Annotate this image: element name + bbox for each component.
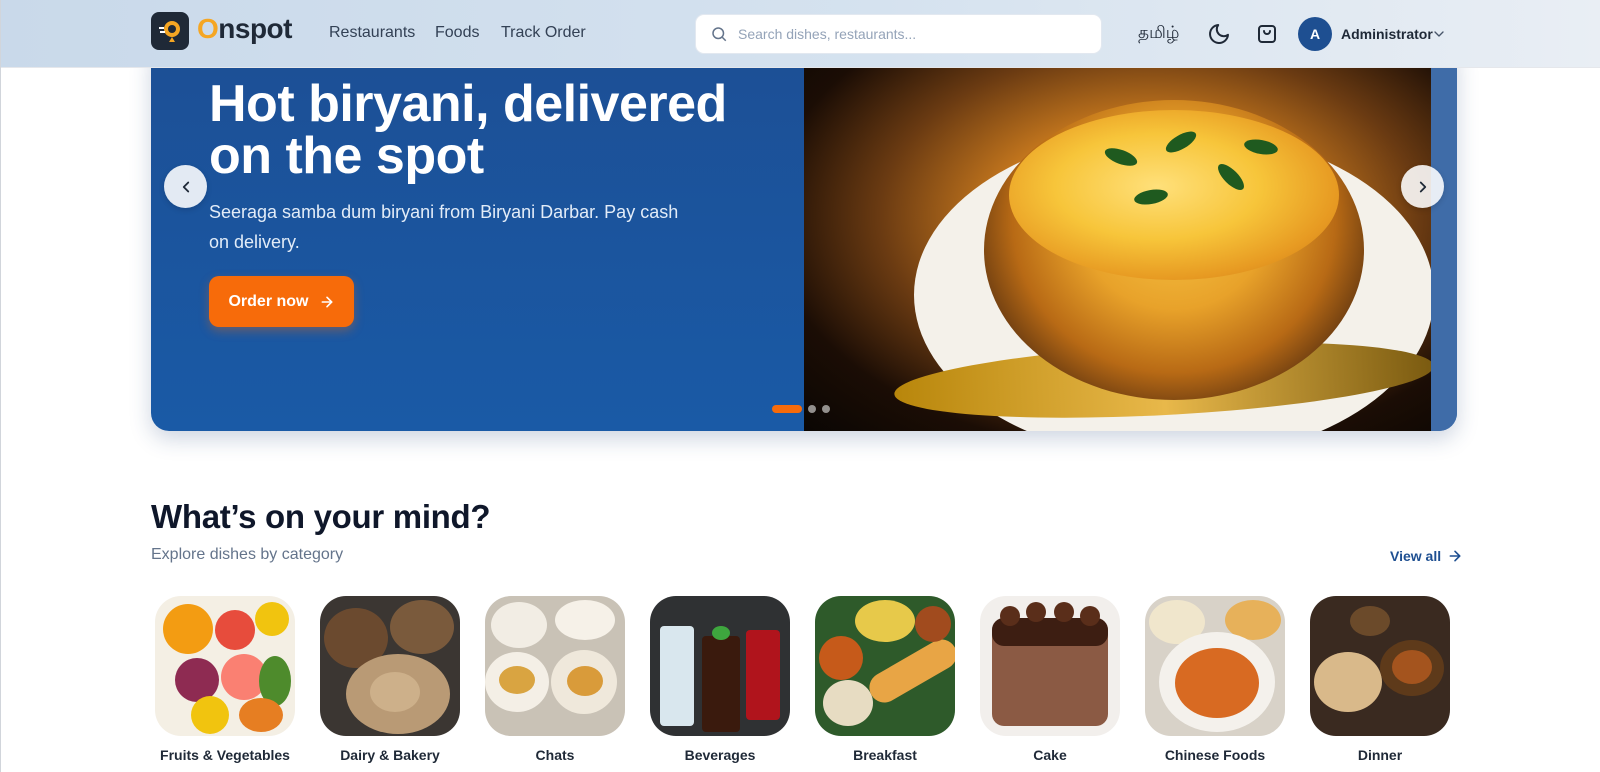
- chevron-right-icon: [1419, 181, 1426, 192]
- category-image: [1145, 596, 1285, 736]
- category-dairy-bakery[interactable]: Dairy & Bakery: [320, 596, 460, 763]
- user-name[interactable]: Administrator: [1341, 26, 1433, 42]
- hero-biryani-image: [804, 40, 1432, 431]
- app-window: Onspot Restaurants Foods Track Order தமி…: [0, 0, 1600, 772]
- hero-subtitle: Seeraga samba dum biryani from Biryani D…: [209, 202, 679, 252]
- category-label: Fruits & Vegetables: [160, 747, 290, 763]
- top-navbar: Onspot Restaurants Foods Track Order தமி…: [1, 0, 1600, 68]
- section-subtitle: Explore dishes by category: [151, 546, 344, 563]
- brand-logo-icon[interactable]: [151, 12, 189, 50]
- category-label: Beverages: [684, 747, 756, 763]
- hero-edge-strip: [1431, 40, 1457, 431]
- cart-icon[interactable]: [1255, 22, 1279, 46]
- carousel-prev-button[interactable]: [164, 165, 207, 208]
- arrow-right-icon: [1449, 550, 1461, 562]
- search-bar[interactable]: [695, 14, 1102, 54]
- category-label: Dairy & Bakery: [340, 747, 440, 763]
- hero-title: Hot biryani, delivered on the spot: [209, 75, 727, 185]
- category-dinner[interactable]: Dinner: [1310, 596, 1450, 763]
- category-fruits-vegetables[interactable]: Fruits & Vegetables: [155, 596, 295, 763]
- brand-name-rest: nspot: [218, 13, 292, 44]
- carousel-dot-1[interactable]: [772, 405, 802, 413]
- brand-name-prefix: O: [197, 13, 219, 44]
- category-image: [320, 596, 460, 736]
- view-all-label: View all: [1390, 548, 1442, 564]
- category-beverages[interactable]: Beverages: [650, 596, 790, 763]
- category-label: Cake: [1033, 747, 1067, 763]
- category-label: Chats: [535, 747, 575, 763]
- category-image: [1310, 596, 1450, 736]
- moon-icon[interactable]: [1207, 22, 1231, 46]
- carousel-indicators: [772, 405, 830, 413]
- rice-shape: [1009, 110, 1339, 280]
- category-list: Fruits & Vegetables Dairy & Bakery Chats: [155, 596, 1450, 763]
- chevron-left-icon: [182, 181, 189, 192]
- category-label: Breakfast: [853, 747, 917, 763]
- chevron-down-icon[interactable]: [1431, 26, 1447, 42]
- category-label: Dinner: [1357, 747, 1403, 763]
- nav-foods[interactable]: Foods: [435, 24, 479, 42]
- category-image: [485, 596, 625, 736]
- search-input[interactable]: [738, 26, 1078, 42]
- order-now-button[interactable]: Order now: [209, 276, 354, 327]
- carousel-next-button[interactable]: [1401, 165, 1444, 208]
- view-all-link[interactable]: View all: [1390, 548, 1463, 564]
- category-chats[interactable]: Chats: [485, 596, 625, 763]
- nav-track-order[interactable]: Track Order: [501, 24, 586, 42]
- nav-restaurants[interactable]: Restaurants: [329, 24, 415, 42]
- category-image: [980, 596, 1120, 736]
- section-title: What’s on your mind?: [151, 498, 491, 535]
- order-now-label: Order now: [228, 292, 309, 310]
- search-icon: [712, 27, 727, 42]
- category-cake[interactable]: Cake: [980, 596, 1120, 763]
- brand-name[interactable]: Onspot: [197, 13, 292, 45]
- carousel-dot-2[interactable]: [808, 405, 816, 413]
- category-image: [650, 596, 790, 736]
- category-image: [815, 596, 955, 736]
- user-avatar[interactable]: A: [1298, 17, 1332, 51]
- carousel-dot-3[interactable]: [822, 405, 830, 413]
- category-image: [155, 596, 295, 736]
- category-chinese-foods[interactable]: Chinese Foods: [1145, 596, 1285, 763]
- language-toggle[interactable]: தமிழ்: [1138, 23, 1180, 45]
- arrow-right-icon: [321, 296, 332, 307]
- category-label: Chinese Foods: [1164, 747, 1266, 763]
- category-breakfast[interactable]: Breakfast: [815, 596, 955, 763]
